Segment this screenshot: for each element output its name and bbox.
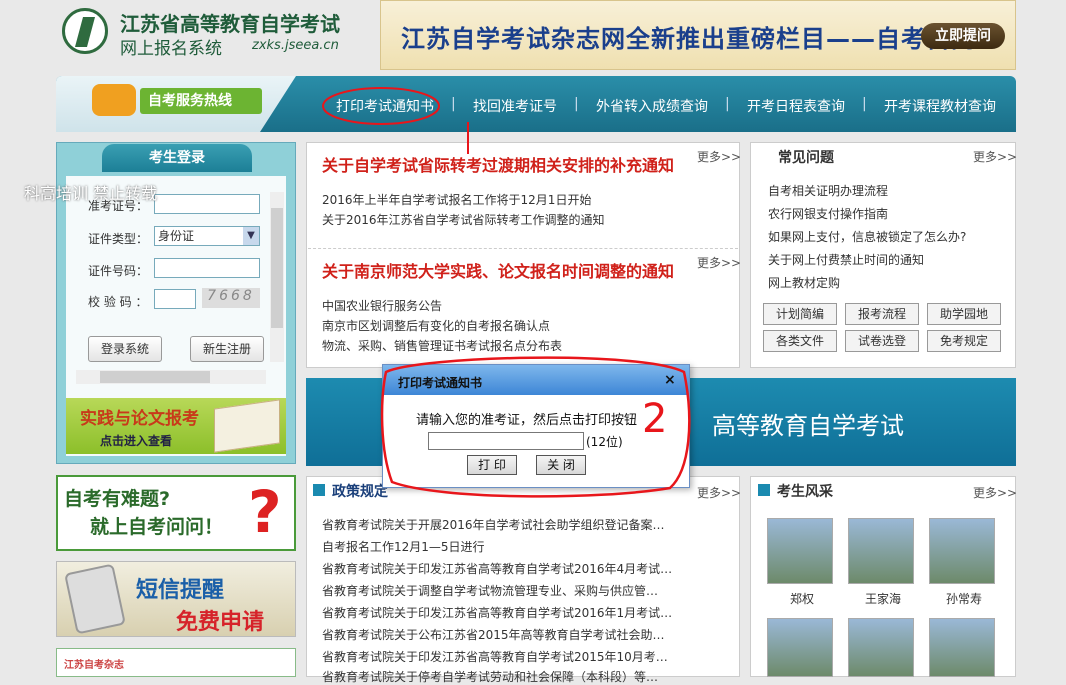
annotation-circle-nav — [322, 87, 440, 125]
annotation-label: 2 — [642, 396, 667, 442]
annotation-layer: 2 — [322, 87, 691, 498]
